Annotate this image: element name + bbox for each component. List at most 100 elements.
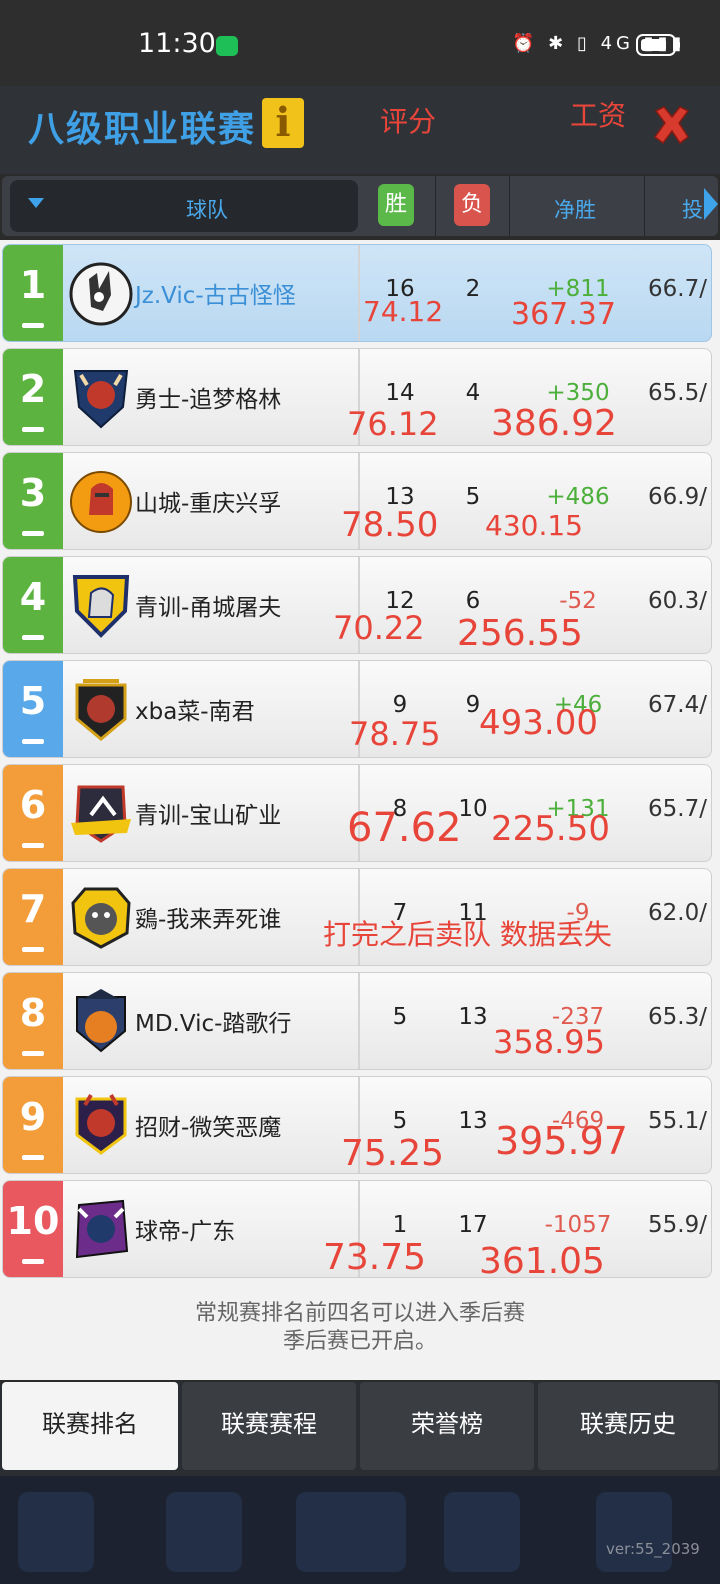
rank-badge: 5	[3, 661, 63, 757]
nav-ghost-icon	[444, 1492, 520, 1572]
percentage: 55.9/	[648, 1212, 707, 1238]
percentage: 55.1/	[648, 1108, 707, 1134]
sort-down-icon[interactable]	[28, 198, 44, 208]
team-logo	[69, 675, 133, 745]
team-logo	[69, 259, 133, 329]
table-row[interactable]: 7 鵎-我来弄死谁 7 11 -9 62.0/ 打完之后卖队 数据丢失	[2, 868, 712, 966]
scroll-right-icon[interactable]	[704, 188, 718, 220]
percentage: 65.7/	[648, 796, 707, 822]
tab-honor-list[interactable]: 荣誉榜	[360, 1382, 534, 1470]
handwritten-salary: 430.15	[485, 509, 583, 542]
rank-badge: 1	[3, 245, 63, 341]
handwritten-salary: 361.05	[479, 1241, 605, 1278]
losses: 4	[465, 380, 481, 406]
handwritten-score: 78.50	[341, 505, 439, 545]
handwritten-salary: 395.97	[495, 1119, 628, 1163]
rank-badge: 9	[3, 1077, 63, 1173]
team-logo	[69, 883, 133, 953]
team-name: xba菜-南君	[135, 699, 255, 725]
wins: 5	[392, 1004, 408, 1030]
info-icon[interactable]: i	[262, 98, 304, 148]
team-logo	[69, 571, 133, 641]
team-name: 球帝-广东	[135, 1219, 236, 1245]
percentage: 65.3/	[648, 1004, 707, 1030]
league-notes: 常规赛排名前四名可以进入季后赛 季后赛已开启。	[0, 1300, 720, 1356]
wins: 5	[392, 1108, 408, 1134]
rank-badge: 3	[3, 453, 63, 549]
handwritten-salary: 386.92	[491, 403, 617, 444]
losses: 17	[458, 1212, 488, 1238]
annotation-salary: 工资	[570, 99, 627, 132]
rank-badge: 10	[3, 1181, 63, 1277]
losses: 5	[465, 484, 481, 510]
more-header-label[interactable]: 投	[682, 194, 703, 224]
team-logo	[69, 1091, 133, 1161]
team-name: 勇士-追梦格林	[135, 387, 282, 413]
team-name: 招财-微笑恶魔	[135, 1115, 282, 1141]
status-time: 11:30	[138, 28, 216, 59]
rank-badge: 2	[3, 349, 63, 445]
team-name: 青训-宝山矿业	[135, 803, 282, 829]
nav-ghost-icon	[296, 1492, 406, 1572]
rank-badge: 4	[3, 557, 63, 653]
close-icon[interactable]	[650, 103, 694, 147]
table-header: 球队 胜 负 净胜 投	[2, 176, 718, 236]
annotation-score: 评分	[380, 105, 437, 138]
handwritten-note: 打完之后卖队 数据丢失	[323, 918, 612, 951]
table-row[interactable]: 10 球帝-广东 1 17 -1057 55.9/ 73.75 361.05	[2, 1180, 712, 1278]
table-row[interactable]: 5 xba菜-南君 9 9 +46 67.4/ 78.75 493.00	[2, 660, 712, 758]
wins: 14	[385, 380, 415, 406]
note-line-1: 常规赛排名前四名可以进入季后赛	[194, 1301, 525, 1326]
handwritten-salary: 367.37	[511, 297, 616, 332]
net-score: +486	[546, 484, 610, 510]
table-row[interactable]: 1 Jz.Vic-古古怪怪 16 2 +811 66.7/ 74.12 367.…	[2, 244, 712, 342]
bottom-tab-bar: 联赛排名 联赛赛程 荣誉榜 联赛历史	[0, 1382, 720, 1476]
percentage: 65.5/	[648, 380, 707, 406]
team-logo	[69, 363, 133, 433]
game-nav-bar	[0, 1476, 720, 1584]
tab-league-ranking[interactable]: 联赛排名	[2, 1382, 178, 1470]
table-row[interactable]: 8 MD.Vic-踏歌行 5 13 -237 65.3/ 358.95	[2, 972, 712, 1070]
team-name: 鵎-我来弄死谁	[135, 907, 282, 933]
lose-header-badge[interactable]: 负	[454, 184, 490, 226]
losses: 6	[465, 588, 481, 614]
net-score: -1057	[544, 1212, 612, 1238]
table-row[interactable]: 3 山城-重庆兴孚 13 5 +486 66.9/ 78.50 430.15	[2, 452, 712, 550]
losses: 2	[465, 276, 481, 302]
wins: 1	[392, 1212, 408, 1238]
net-score: -52	[559, 588, 597, 614]
losses: 13	[458, 1004, 488, 1030]
table-row[interactable]: 4 青训-甬城屠夫 12 6 -52 60.3/ 70.22 256.55	[2, 556, 712, 654]
losses: 13	[458, 1108, 488, 1134]
table-row[interactable]: 6 青训-宝山矿业 8 10 +131 65.7/ 67.62 225.50	[2, 764, 712, 862]
nav-ghost-icon	[18, 1492, 94, 1572]
handwritten-score: 76.12	[347, 405, 439, 443]
battery-icon	[636, 34, 680, 56]
percentage: 66.7/	[648, 276, 707, 302]
handwritten-score: 67.62	[347, 805, 462, 851]
table-row[interactable]: 9 招财-微笑恶魔 5 13 -469 55.1/ 75.25 395.97	[2, 1076, 712, 1174]
nav-ghost-icon	[166, 1492, 242, 1572]
handwritten-salary: 493.00	[479, 703, 598, 743]
version-label: ver:55_2039	[606, 1540, 700, 1558]
page-title: 八级职业联赛	[28, 109, 257, 150]
team-logo	[69, 467, 133, 537]
percentage: 66.9/	[648, 484, 707, 510]
team-logo	[69, 779, 133, 849]
handwritten-score: 74.12	[363, 295, 444, 328]
table-row[interactable]: 2 勇士-追梦格林 14 4 +350 65.5/ 76.12 386.92	[2, 348, 712, 446]
team-column-header[interactable]	[10, 180, 358, 232]
tab-league-schedule[interactable]: 联赛赛程	[182, 1382, 356, 1470]
team-name: MD.Vic-踏歌行	[135, 1011, 292, 1037]
team-name: 山城-重庆兴孚	[135, 491, 282, 517]
handwritten-salary: 256.55	[457, 613, 583, 654]
handwritten-salary: 358.95	[493, 1023, 605, 1061]
rank-badge: 8	[3, 973, 63, 1069]
win-header-badge[interactable]: 胜	[378, 184, 414, 226]
rank-badge: 6	[3, 765, 63, 861]
percentage: 62.0/	[648, 900, 707, 926]
handwritten-score: 73.75	[323, 1237, 427, 1278]
team-logo	[69, 1195, 133, 1265]
net-header-label[interactable]: 净胜	[554, 194, 596, 224]
tab-league-history[interactable]: 联赛历史	[538, 1382, 718, 1470]
